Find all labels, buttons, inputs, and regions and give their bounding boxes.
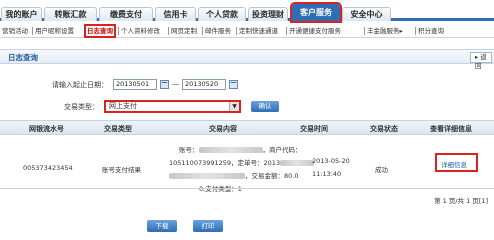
print-button[interactable]: 打印 <box>193 220 223 232</box>
tab-payment[interactable]: 缴费支付 <box>99 7 153 21</box>
masked-text <box>169 173 245 179</box>
table-header: 网银流水号 交易类型 交易内容 交易时间 交易状态 查看详细信息 <box>0 120 494 135</box>
end-date-input[interactable]: 20130520 <box>182 79 226 90</box>
tab-security-center[interactable]: 安全中心 <box>342 7 391 21</box>
cell-time-date: 2013-05-20 <box>312 157 350 165</box>
confirm-button[interactable]: 确认 <box>251 101 279 112</box>
submenu-mail-service[interactable]: 邮件服务 <box>205 26 231 37</box>
log-query-panel-header: 日志查询 ▸ 返回 <box>0 49 494 70</box>
detail-highlight: 详细信息 <box>435 153 478 172</box>
transaction-type-value: 网上支付 <box>109 102 137 110</box>
submenu-log-query[interactable]: 日志查询 <box>84 24 116 38</box>
pagination[interactable]: 第 1 页/共 1 页[1] <box>434 195 488 205</box>
tab-my-account[interactable]: 我的账户 <box>1 7 42 21</box>
submenu-finance-service[interactable]: 丰金融服务▸ <box>367 26 403 37</box>
download-button[interactable]: 下载 <box>147 220 177 232</box>
masked-text <box>198 147 263 153</box>
column-header-type: 交易类型 <box>104 125 132 133</box>
submenu-divider <box>415 27 416 35</box>
tab-credit-card[interactable]: 信用卡 <box>155 7 196 21</box>
submenu-quick-channel[interactable]: 定制快速通道 <box>239 26 278 37</box>
tab-customer-service[interactable]: 客户服务 <box>290 2 342 23</box>
submenu-convenient-payment[interactable]: 开通便捷支付服务 <box>289 26 341 37</box>
tab-personal-loan[interactable]: 个人贷款 <box>198 7 246 21</box>
submenu-nickname-settings[interactable]: 用户昵称设置 <box>35 26 74 37</box>
detail-link[interactable]: 详细信息 <box>441 159 467 169</box>
transaction-type-select[interactable]: 网上支付 ▼ <box>104 100 241 113</box>
submenu-divider <box>364 27 365 35</box>
return-button[interactable]: ▸ 返回 <box>470 52 492 70</box>
cell-time-clock: 11:13:40 <box>312 170 342 178</box>
chevron-down-icon[interactable]: ▼ <box>229 102 239 111</box>
calendar-icon[interactable] <box>229 80 238 89</box>
cell-type: 账号支付结果 <box>102 166 141 174</box>
column-header-content: 交易内容 <box>209 125 237 133</box>
submenu-divider <box>286 27 287 35</box>
submenu-divider <box>236 27 237 35</box>
submenu-marketing[interactable]: 营销活动 <box>2 26 28 37</box>
calendar-icon[interactable] <box>160 80 169 89</box>
submenu-divider <box>118 27 119 35</box>
row-divider <box>0 188 494 189</box>
start-date-input[interactable]: 20130501 <box>113 79 157 90</box>
cell-serial: 005373423454 <box>23 164 73 172</box>
panel-title: 日志查询 <box>8 53 38 62</box>
column-header-status: 交易状态 <box>370 125 398 133</box>
column-header-serial: 网银流水号 <box>29 125 64 133</box>
cell-content-line3: ，交易金额：80.0 <box>169 170 298 180</box>
main-nav-tabs: 我的账户 转账汇款 缴费支付 信用卡 个人贷款 投资理财 客户服务 安全中心 <box>0 2 494 23</box>
submenu-divider <box>168 27 169 35</box>
transaction-type-label: 交易类型： <box>64 103 99 111</box>
date-range-label: 请输入起止日期： <box>52 81 108 89</box>
column-header-time: 交易时间 <box>300 125 328 133</box>
cell-content-line1: 账号： ，商户代码： <box>179 146 302 154</box>
cell-content-line2: 105110073991259，定单号：2013 <box>169 157 315 167</box>
column-header-detail: 查看详细信息 <box>430 125 472 133</box>
submenu-divider <box>202 27 203 35</box>
submenu-points-query[interactable]: 积分查询 <box>418 26 444 37</box>
submenu-page-customize[interactable]: 网页定制 <box>171 26 197 37</box>
submenu-divider <box>32 27 33 35</box>
sub-menu: 营销活动 用户昵称设置 日志查询 个人资料修改 网页定制 邮件服务 定制快速通道… <box>0 24 494 38</box>
masked-text <box>280 160 315 166</box>
date-separator: — <box>172 80 179 88</box>
submenu-profile-edit[interactable]: 个人资料修改 <box>121 26 160 37</box>
cell-status: 成功 <box>375 166 388 174</box>
tab-investment[interactable]: 投资理财 <box>248 7 288 21</box>
tab-transfer[interactable]: 转账汇款 <box>44 7 97 21</box>
